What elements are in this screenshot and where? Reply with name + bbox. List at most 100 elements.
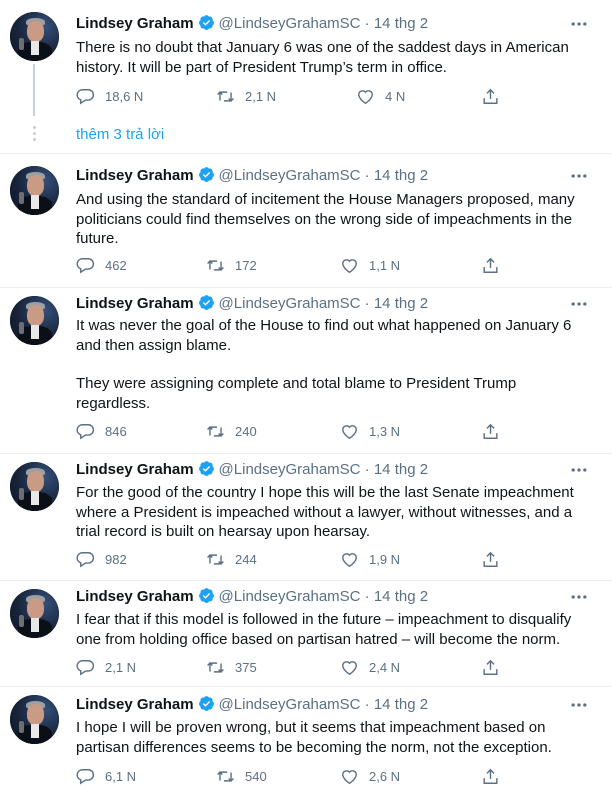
author-handle[interactable]: @LindseyGrahamSC: [219, 461, 361, 478]
share-icon: [483, 551, 498, 567]
retweet-button[interactable]: 240: [206, 421, 257, 441]
share-button[interactable]: [481, 421, 500, 441]
verified-badge-icon: [198, 167, 214, 182]
reply-button[interactable]: 18,6 N: [76, 86, 143, 106]
author-handle[interactable]: @LindseyGrahamSC: [219, 167, 361, 184]
tweet-paragraph: And using the standard of incitement the…: [76, 191, 575, 247]
author-name[interactable]: Lindsey Graham: [76, 588, 194, 605]
share-button[interactable]: [481, 766, 500, 786]
reply-button[interactable]: 982: [76, 549, 127, 569]
tweet[interactable]: Lindsey Graham @LindseyGrahamSC · 14 thg …: [0, 288, 612, 453]
tweet[interactable]: Lindsey Graham @LindseyGrahamSC · 14 thg …: [0, 454, 612, 580]
author-name[interactable]: Lindsey Graham: [76, 295, 194, 312]
tweet[interactable]: Lindsey Graham @LindseyGrahamSC · 14 thg …: [0, 154, 612, 287]
avatar[interactable]: [10, 462, 59, 511]
author-handle[interactable]: @LindseyGrahamSC: [219, 696, 361, 713]
avatar[interactable]: [10, 695, 59, 744]
author-name[interactable]: Lindsey Graham: [76, 15, 194, 32]
reply-icon: [76, 423, 95, 440]
more-options-icon[interactable]: [568, 294, 590, 314]
tweet-actions: 462 172 1,1 N: [76, 255, 498, 275]
like-button[interactable]: 2,4 N: [340, 657, 400, 677]
tweet[interactable]: Lindsey Graham @LindseyGrahamSC · 14 thg …: [0, 0, 612, 120]
reply-button[interactable]: 6,1 N: [76, 766, 136, 786]
tweet-date[interactable]: 14 thg 2: [374, 15, 428, 32]
retweet-button[interactable]: 375: [206, 657, 257, 677]
verified-badge-icon: [198, 295, 214, 310]
retweet-count: 244: [235, 551, 257, 567]
verified-badge-icon: [198, 696, 214, 711]
tweet-text: There is no doubt that January 6 was one…: [76, 38, 576, 77]
retweet-button[interactable]: 244: [206, 549, 257, 569]
avatar[interactable]: [10, 589, 59, 638]
like-icon: [342, 660, 357, 675]
show-more-replies-link[interactable]: thêm 3 trả lời: [76, 126, 164, 143]
like-button[interactable]: 4 N: [356, 86, 405, 106]
tweet-date[interactable]: 14 thg 2: [374, 588, 428, 605]
reply-count: 6,1 N: [105, 768, 137, 784]
retweet-button[interactable]: 2,1 N: [216, 86, 276, 106]
reply-icon: [76, 551, 95, 568]
tweet-date[interactable]: 14 thg 2: [374, 167, 428, 184]
avatar[interactable]: [10, 12, 59, 61]
tweet-date[interactable]: 14 thg 2: [374, 295, 428, 312]
avatar[interactable]: [10, 296, 59, 345]
share-button[interactable]: [481, 255, 500, 275]
author-name[interactable]: Lindsey Graham: [76, 461, 194, 478]
share-button[interactable]: [481, 657, 500, 677]
author-handle[interactable]: @LindseyGrahamSC: [219, 295, 361, 312]
separator-dot: ·: [364, 588, 370, 605]
tweet-paragraph: I hope I will be proven wrong, but it se…: [76, 719, 552, 756]
avatar[interactable]: [10, 166, 59, 215]
author-handle[interactable]: @LindseyGrahamSC: [219, 588, 361, 605]
reply-icon: [76, 659, 95, 676]
verified-badge-icon: [198, 588, 214, 603]
reply-icon: [76, 257, 95, 274]
thread-dots: [33, 126, 36, 144]
like-button[interactable]: 2,6 N: [340, 766, 400, 786]
more-options-icon[interactable]: [568, 695, 590, 715]
retweet-count: 540: [245, 768, 267, 784]
like-count: 4 N: [385, 88, 406, 104]
tweet-date[interactable]: 14 thg 2: [374, 461, 428, 478]
separator-dot: ·: [364, 295, 370, 312]
author-name[interactable]: Lindsey Graham: [76, 167, 194, 184]
tweet[interactable]: Lindsey Graham @LindseyGrahamSC · 14 thg …: [0, 687, 612, 796]
share-button[interactable]: [481, 86, 500, 106]
retweet-button[interactable]: 172: [206, 255, 257, 275]
reply-icon: [76, 88, 95, 105]
reply-button[interactable]: 462: [76, 255, 127, 275]
more-options-icon[interactable]: [568, 14, 590, 34]
show-more-replies-row[interactable]: thêm 3 trả lời: [0, 120, 612, 153]
share-button[interactable]: [481, 549, 500, 569]
like-button[interactable]: 1,3 N: [340, 421, 400, 441]
reply-count: 846: [105, 423, 127, 439]
tweet-text: For the good of the country I hope this …: [76, 483, 576, 542]
more-options-icon[interactable]: [568, 166, 590, 186]
author-name[interactable]: Lindsey Graham: [76, 696, 194, 713]
separator-dot: ·: [364, 461, 370, 478]
retweet-icon: [207, 553, 224, 565]
tweet[interactable]: Lindsey Graham @LindseyGrahamSC · 14 thg …: [0, 581, 612, 686]
reply-button[interactable]: 2,1 N: [76, 657, 136, 677]
tweet-actions: 982 244 1,9 N: [76, 549, 498, 569]
tweet-header: Lindsey Graham @LindseyGrahamSC · 14 thg …: [76, 587, 428, 607]
more-options-icon[interactable]: [568, 460, 590, 480]
tweet-date[interactable]: 14 thg 2: [374, 696, 428, 713]
retweet-button[interactable]: 540: [216, 766, 267, 786]
reply-button[interactable]: 846: [76, 421, 127, 441]
tweet-actions: 6,1 N 540 2,6 N: [76, 766, 498, 786]
tweet-text: I fear that if this model is followed in…: [76, 610, 576, 649]
like-icon: [342, 552, 357, 567]
share-icon: [483, 88, 498, 104]
like-button[interactable]: 1,1 N: [340, 255, 400, 275]
more-options-icon[interactable]: [568, 587, 590, 607]
tweet-actions: 846 240 1,3 N: [76, 421, 498, 441]
reply-count: 982: [105, 551, 127, 567]
tweet-header: Lindsey Graham @LindseyGrahamSC · 14 thg …: [76, 695, 428, 715]
retweet-count: 375: [235, 659, 257, 675]
like-button[interactable]: 1,9 N: [340, 549, 400, 569]
like-icon: [342, 258, 357, 273]
reply-count: 18,6 N: [105, 88, 144, 104]
author-handle[interactable]: @LindseyGrahamSC: [219, 15, 361, 32]
